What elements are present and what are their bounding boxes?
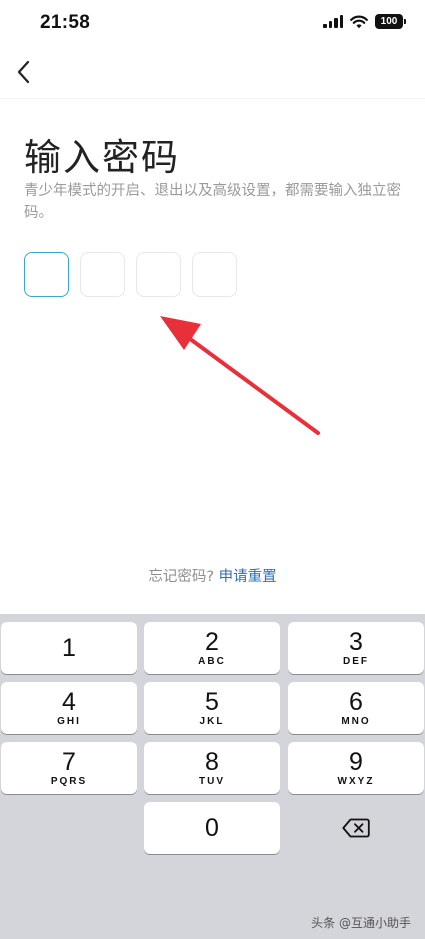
key-9[interactable]: 9 WXYZ <box>288 742 424 794</box>
key-5[interactable]: 5 JKL <box>144 682 280 734</box>
key-0[interactable]: 0 <box>144 802 280 854</box>
key-letters: WXYZ <box>337 775 375 787</box>
status-time: 21:58 <box>40 12 91 33</box>
chevron-left-icon <box>17 60 30 84</box>
numeric-keypad: 1 2 ABC 3 DEF 4 GHI 5 JKL 6 MNO 7 PQRS 8… <box>0 614 425 939</box>
page-title: 输入密码 <box>24 136 180 179</box>
password-code-input[interactable] <box>24 252 237 297</box>
key-8[interactable]: 8 TUV <box>144 742 280 794</box>
nav-divider <box>0 98 425 99</box>
key-digit: 1 <box>62 634 76 662</box>
key-letters: DEF <box>343 655 369 667</box>
key-letters: GHI <box>57 715 81 727</box>
backspace-icon <box>342 818 370 838</box>
key-7[interactable]: 7 PQRS <box>1 742 137 794</box>
key-digit: 2 <box>205 627 219 656</box>
key-letters: JKL <box>199 715 225 727</box>
key-digit: 6 <box>349 687 363 716</box>
key-letters: ABC <box>198 655 226 667</box>
delete-key[interactable] <box>288 802 424 854</box>
wifi-icon <box>350 15 368 28</box>
key-digit: 4 <box>62 687 76 716</box>
key-3[interactable]: 3 DEF <box>288 622 424 674</box>
key-letters: TUV <box>199 775 225 787</box>
key-digit: 7 <box>62 747 76 776</box>
key-1[interactable]: 1 <box>1 622 137 674</box>
key-digit: 0 <box>205 814 219 842</box>
password-screen: 21:58 100 输入密码 青少年模式的开启、退出以及高级设置，都需要输入独立… <box>0 0 425 939</box>
forgot-password-row: 忘记密码? 申请重置 <box>0 565 425 586</box>
status-icons: 100 <box>323 14 406 29</box>
key-6[interactable]: 6 MNO <box>288 682 424 734</box>
key-4[interactable]: 4 GHI <box>1 682 137 734</box>
status-bar: 21:58 100 <box>0 0 425 48</box>
code-box-2[interactable] <box>80 252 125 297</box>
code-box-3[interactable] <box>136 252 181 297</box>
key-digit: 5 <box>205 687 219 716</box>
watermark: 头条 @互通小助手 <box>311 916 411 930</box>
key-letters: PQRS <box>50 775 88 787</box>
forgot-password-text: 忘记密码? <box>148 569 215 585</box>
signal-icon <box>323 15 343 28</box>
key-digit: 8 <box>205 747 219 776</box>
back-button[interactable] <box>6 54 42 90</box>
reset-password-link[interactable]: 申请重置 <box>219 569 277 585</box>
battery-icon: 100 <box>375 14 406 29</box>
code-box-4[interactable] <box>192 252 237 297</box>
key-2[interactable]: 2 ABC <box>144 622 280 674</box>
code-box-1[interactable] <box>24 252 69 297</box>
key-letters: MNO <box>341 715 371 727</box>
key-digit: 9 <box>349 747 363 776</box>
page-subtitle: 青少年模式的开启、退出以及高级设置，都需要输入独立密码。 <box>24 183 401 221</box>
key-digit: 3 <box>349 627 363 656</box>
